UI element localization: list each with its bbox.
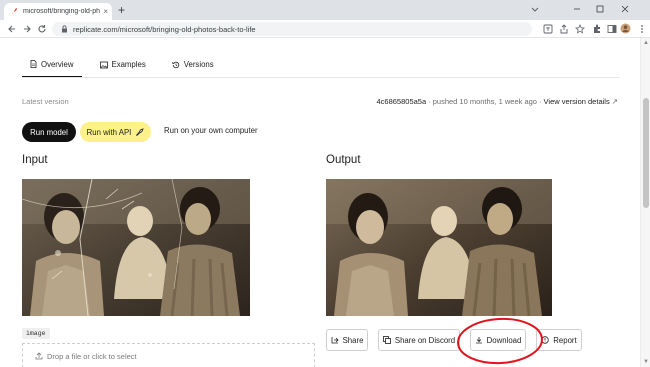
browser-tab[interactable]: microsoft/bringing-old-photos × (4, 3, 112, 20)
close-window-icon[interactable] (616, 2, 634, 16)
page-scrollbar[interactable]: ▲ ▼ (640, 38, 650, 367)
run-with-api-button[interactable]: Run with API (80, 122, 151, 142)
download-icon (475, 337, 482, 344)
menu-kebab-icon[interactable] (636, 23, 647, 34)
rocket-favicon-icon (11, 7, 18, 15)
share-on-discord-button[interactable]: Share on Discord (378, 329, 460, 351)
external-arrow-icon: ↗ (611, 97, 618, 106)
input-image (22, 179, 250, 316)
view-version-details-link[interactable]: View version details (544, 97, 610, 106)
tab-title: microsoft/bringing-old-photos (23, 8, 101, 15)
tab-overview[interactable]: Overview (22, 52, 82, 77)
page-content: Overview Examples Versions Latest versio… (0, 38, 640, 367)
forward-icon[interactable] (21, 23, 33, 35)
tab-close-icon[interactable]: × (103, 7, 108, 16)
tab-examples-label: Examples (111, 60, 146, 69)
new-tab-button[interactable]: + (118, 4, 125, 16)
tab-versions-label: Versions (183, 60, 214, 69)
tab-examples[interactable]: Examples (92, 52, 154, 77)
version-pushed-text: · pushed 10 months, 1 week ago · (428, 97, 542, 106)
scroll-up-icon[interactable]: ▲ (643, 40, 649, 46)
share-page-icon[interactable] (558, 23, 569, 34)
reload-icon[interactable] (36, 23, 48, 35)
share-on-discord-label: Share on Discord (394, 335, 456, 345)
image-param-tag: image (22, 328, 50, 339)
browser-toolbar: replicate.com/microsoft/bringing-old-pho… (0, 20, 650, 38)
dropzone-text: Drop a file or click to select (47, 352, 137, 361)
rocket-icon (136, 127, 145, 136)
alert-circle-icon (541, 336, 549, 344)
run-with-api-label: Run with API (86, 127, 132, 137)
maximize-icon[interactable] (591, 2, 609, 16)
url-text: replicate.com/microsoft/bringing-old-pho… (73, 24, 256, 34)
share-button[interactable]: Share (326, 329, 368, 351)
latest-version-label: Latest version (22, 97, 69, 106)
translate-icon[interactable] (542, 23, 553, 34)
history-icon (172, 61, 179, 68)
version-info: 4c6865805a5a · pushed 10 months, 1 week … (377, 97, 619, 106)
subnav-divider (22, 77, 620, 78)
scroll-down-icon[interactable]: ▼ (643, 359, 649, 365)
profile-avatar-icon[interactable] (620, 23, 631, 34)
download-label: Download (486, 335, 522, 345)
version-hash[interactable]: 4c6865805a5a (377, 97, 427, 106)
model-subnav: Overview Examples Versions (22, 52, 222, 77)
upload-icon (35, 352, 43, 360)
bookmark-star-icon[interactable] (574, 23, 585, 34)
output-image (326, 179, 552, 316)
report-button[interactable]: Report (536, 329, 582, 351)
back-icon[interactable] (6, 23, 18, 35)
tab-versions[interactable]: Versions (164, 52, 222, 77)
browser-tab-strip: microsoft/bringing-old-photos × + (0, 0, 650, 20)
lock-icon (62, 25, 67, 33)
side-panel-icon[interactable] (606, 23, 617, 34)
share-label: Share (342, 335, 364, 345)
minimize-icon[interactable] (568, 2, 586, 16)
extensions-icon[interactable] (591, 23, 602, 34)
scroll-thumb[interactable] (643, 98, 649, 208)
run-model-button[interactable]: Run model (22, 122, 76, 142)
tab-search-icon[interactable] (526, 2, 544, 16)
document-icon (30, 60, 37, 68)
share-arrow-icon (331, 337, 339, 344)
copy-icon (382, 336, 391, 344)
address-bar[interactable]: replicate.com/microsoft/bringing-old-pho… (52, 22, 532, 36)
output-heading: Output (326, 154, 361, 166)
input-heading: Input (22, 154, 48, 166)
download-button[interactable]: Download (470, 329, 526, 351)
tab-overview-label: Overview (41, 59, 74, 69)
run-on-your-own-computer-link[interactable]: Run on your own computer (164, 126, 258, 135)
report-label: Report (553, 335, 577, 345)
image-icon (99, 61, 108, 68)
file-dropzone[interactable]: Drop a file or click to select (22, 343, 315, 367)
